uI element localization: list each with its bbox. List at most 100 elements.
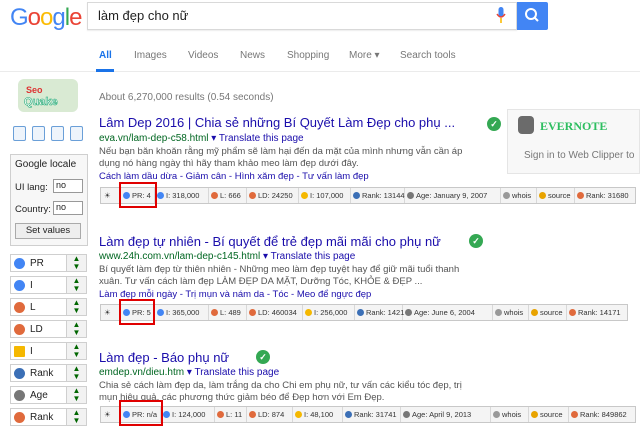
param-age[interactable]: Age ▲ ▼	[10, 386, 87, 404]
param-links[interactable]: L ▲ ▼	[10, 298, 87, 316]
tab-news[interactable]: News	[240, 50, 265, 61]
seoquake-logo-icon: Seo Quake	[18, 79, 78, 112]
source-link[interactable]: source	[529, 305, 567, 320]
country-label: Country:	[15, 204, 51, 215]
param-index[interactable]: I ▲ ▼	[10, 276, 87, 294]
ui-lang-select[interactable]: no	[53, 179, 83, 193]
metric-rank-2[interactable]: Rank: 14171	[567, 305, 629, 320]
seoquake-bar: ☀ PR: 4 I: 318,000 L: 666 LD: 24250 I: 1…	[100, 187, 636, 204]
settings-icon[interactable]	[70, 126, 83, 141]
param-label: LD	[30, 324, 43, 335]
evernote-signin-link[interactable]: Sign in to Web Clipper to	[524, 150, 634, 161]
tab-shopping[interactable]: Shopping	[287, 50, 329, 61]
document-icon[interactable]	[32, 126, 45, 141]
metric-rank-2[interactable]: Rank: 849862	[569, 407, 637, 422]
microphone-icon[interactable]	[496, 7, 506, 23]
param-label: L	[30, 302, 36, 313]
param-label: Rank	[30, 368, 54, 379]
tab-all[interactable]: All	[99, 50, 112, 61]
result-snippet-line: dụng nó hàng ngày thì hãy tham khảo meo …	[99, 158, 359, 169]
ui-lang-label: UI lang:	[15, 182, 48, 193]
whois-link[interactable]: whois	[491, 407, 529, 422]
metric-bing-index[interactable]: I: 48,100	[293, 407, 343, 422]
translate-link[interactable]: ▾ Translate this page	[263, 251, 355, 262]
param-label: Age	[30, 390, 48, 401]
metric-rank-2[interactable]: Rank: 31680	[575, 188, 637, 203]
sun-icon[interactable]: ☀	[101, 305, 121, 320]
sun-icon[interactable]: ☀	[101, 407, 121, 422]
result-url: emdep.vn/dieu.htm ▾ Translate this page	[99, 367, 280, 378]
result-url: eva.vn/lam-dep-c58.html ▾ Translate this…	[99, 133, 304, 144]
svg-text:Seo: Seo	[26, 85, 43, 95]
logo-letter: o	[27, 4, 41, 31]
param-label: I	[30, 346, 33, 357]
logo-letter: G	[10, 4, 29, 31]
metric-index[interactable]: I: 318,000	[155, 188, 209, 203]
check-icon: ✓	[469, 234, 483, 248]
tab-search-tools[interactable]: Search tools	[400, 50, 456, 61]
param-bing-index[interactable]: I ▲ ▼	[10, 342, 87, 360]
tab-more[interactable]: More ▾	[349, 50, 380, 61]
metric-rank[interactable]: Rank: 31741	[343, 407, 401, 422]
metric-age[interactable]: Age: January 9, 2007	[405, 188, 501, 203]
translate-link[interactable]: ▾ Translate this page	[211, 133, 303, 144]
result-sitelinks[interactable]: Cách làm dầu dừa - Giảm cân - Hình xăm đ…	[99, 171, 369, 182]
metric-age[interactable]: Age: June 6, 2004	[403, 305, 493, 320]
whois-link[interactable]: whois	[493, 305, 529, 320]
search-input[interactable]: làm đẹp cho nữ	[87, 2, 517, 30]
seoquake-bar: ☀ PR: n/a I: 124,000 L: 11 LD: 874 I: 48…	[100, 406, 636, 423]
result-title[interactable]: Làm đẹp tự nhiên - Bí quyết để trẻ đẹp m…	[99, 234, 441, 249]
metric-ld[interactable]: LD: 24250	[247, 188, 299, 203]
active-tab-indicator	[96, 69, 114, 72]
metric-rank[interactable]: Rank: 13144	[351, 188, 405, 203]
search-tabs: All Images Videos News Shopping More ▾ S…	[0, 34, 640, 72]
sun-icon[interactable]: ☀	[101, 188, 121, 203]
param-rank-2[interactable]: Rank ▲ ▼	[10, 408, 87, 426]
google-locale-panel: Google locale UI lang: no Country: no Se…	[10, 154, 88, 246]
search-button[interactable]	[517, 2, 548, 30]
param-ld[interactable]: LD ▲ ▼	[10, 320, 87, 338]
result-title[interactable]: Làm đẹp - Báo phụ nữ	[99, 350, 229, 365]
metric-rank[interactable]: Rank: 1421	[355, 305, 404, 320]
metric-links[interactable]: L: 666	[209, 188, 247, 203]
seoquake-bar: ☀ PR: 5 I: 365,000 L: 489 LD: 460034 I: …	[100, 304, 628, 321]
country-select[interactable]: no	[53, 201, 83, 215]
translate-link[interactable]: ▾ Translate this page	[187, 367, 279, 378]
tab-images[interactable]: Images	[134, 50, 167, 61]
param-label: Rank	[30, 412, 54, 423]
logo-letter: g	[52, 4, 65, 31]
metric-ld[interactable]: LD: 460034	[247, 305, 303, 320]
locale-title: Google locale	[15, 159, 77, 170]
eye-icon[interactable]	[51, 126, 64, 141]
logo-letter: e	[69, 4, 82, 31]
param-rank[interactable]: Rank ▲ ▼	[10, 364, 87, 382]
result-snippet-line: Nếu bạn băn khoăn rằng mỹ phẩm sẽ làm hạ…	[99, 146, 463, 157]
metric-links[interactable]: L: 489	[209, 305, 247, 320]
metric-ld[interactable]: LD: 874	[247, 407, 293, 422]
result-snippet-line: xuân. Tư vấn cách làm đẹp LÀM ĐẸP DA MẶT…	[99, 276, 423, 287]
check-icon: ✓	[487, 117, 501, 131]
metric-index[interactable]: I: 124,000	[161, 407, 215, 422]
source-link[interactable]: source	[529, 407, 569, 422]
refresh-icon[interactable]	[13, 126, 26, 141]
evernote-brand: EVERNOTE	[540, 119, 608, 133]
google-logo[interactable]: Google	[10, 4, 82, 32]
metric-index[interactable]: I: 365,000	[155, 305, 209, 320]
result-title[interactable]: Lâm Dep 2016 | Chia sẻ những Bí Quyết Là…	[99, 115, 455, 130]
whois-link[interactable]: whois	[501, 188, 537, 203]
result-url: www.24h.com.vn/lam-dep-c145.html ▾ Trans…	[99, 251, 356, 262]
metric-bing-index[interactable]: I: 107,000	[299, 188, 351, 203]
highlight-box	[119, 182, 157, 208]
result-snippet-line: Chia sẻ cách làm đẹp da, làm trắng da ch…	[99, 380, 462, 391]
svg-text:Quake: Quake	[24, 96, 58, 108]
metric-age[interactable]: Age: April 9, 2013	[401, 407, 491, 422]
source-link[interactable]: source	[537, 188, 575, 203]
results-count: About 6,270,000 results (0.54 seconds)	[99, 92, 274, 103]
metric-links[interactable]: L: 11	[215, 407, 247, 422]
evernote-panel: EVERNOTE Sign in to Web Clipper to	[507, 109, 640, 174]
check-icon: ✓	[256, 350, 270, 364]
tab-videos[interactable]: Videos	[188, 50, 218, 61]
metric-bing-index[interactable]: I: 256,000	[303, 305, 355, 320]
set-values-button[interactable]: Set values	[15, 223, 81, 239]
param-pr[interactable]: PR ▲ ▼	[10, 254, 87, 272]
